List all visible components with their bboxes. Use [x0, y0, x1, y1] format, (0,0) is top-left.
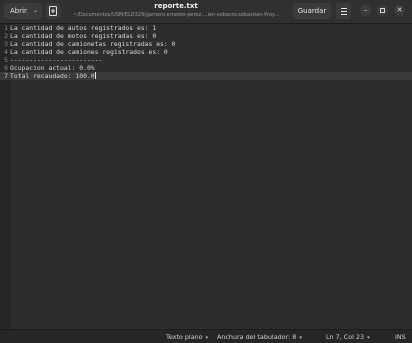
chevron-down-icon: ▾ — [299, 335, 302, 341]
line-text: ------------------------ — [10, 56, 103, 64]
close-icon[interactable]: ✕ — [394, 5, 405, 16]
editor-line[interactable]: 1 La cantidad de autos registrados es: 1 — [0, 24, 412, 32]
minimize-icon[interactable]: – — [360, 5, 371, 16]
line-text: La cantidad de motos registradas es: 0 — [10, 32, 157, 40]
line-text: La cantidad de camiones registrados es: … — [10, 48, 168, 56]
line-number: 5 — [4, 56, 8, 64]
menu-bar-line — [341, 14, 347, 15]
line-number: 4 — [4, 48, 8, 56]
language-label: Texto plano — [166, 333, 203, 341]
editor-line[interactable]: 4 La cantidad de camiones registrados es:… — [0, 48, 412, 56]
line-number: 1 — [4, 24, 8, 32]
line-text: La cantidad de autos registrados es: 1 — [10, 24, 157, 32]
open-button-label: Abrir — [10, 7, 27, 15]
editor-line[interactable]: 6 Ocupacion actual: 0.0% — [0, 64, 412, 72]
editor-line[interactable]: 5 ------------------------ — [0, 56, 412, 64]
text-editor-area[interactable]: 1 La cantidad de autos registrados es: 1 … — [0, 24, 412, 329]
window-title: reporte.txt ~/Documentos/USM/ELO329/game… — [64, 2, 288, 19]
header-bar: Abrir ⌄ reporte.txt ~/Documentos/USM/ELO… — [0, 0, 412, 24]
cursor-position-label: Ln 7, Col 23 — [326, 333, 365, 341]
hamburger-menu-icon[interactable] — [336, 3, 351, 19]
line-text: Ocupacion actual: 0.0% — [10, 64, 95, 72]
editor-line-current[interactable]: 7 Total recaudado: 100.0 — [0, 72, 412, 80]
open-button-separator — [27, 6, 28, 16]
insert-mode-indicator[interactable]: INS — [395, 330, 406, 343]
document-path: ~/Documentos/USM/ELO329/gamero.ernesto-p… — [72, 12, 280, 18]
chevron-down-icon[interactable]: ⌄ — [33, 3, 38, 19]
editor-line[interactable]: 2 La cantidad de motos registradas es: 0 — [0, 32, 412, 40]
maximize-icon[interactable] — [377, 5, 388, 16]
new-tab-icon — [49, 6, 57, 16]
editor-line[interactable]: 3 La cantidad de camionetas registradas e… — [0, 40, 412, 48]
line-number: 6 — [4, 64, 8, 72]
chevron-down-icon: ▾ — [367, 335, 370, 341]
chevron-down-icon: ▾ — [205, 335, 209, 341]
language-selector[interactable]: Texto plano ▾ — [166, 330, 208, 343]
line-text: La cantidad de camionetas registradas es… — [10, 40, 176, 48]
tab-width-label: Anchura del tabulador: 8 — [217, 333, 297, 341]
line-text: Total recaudado: 100.0 — [10, 72, 95, 80]
menu-bar-line — [341, 8, 347, 9]
save-button[interactable]: Guardar — [293, 3, 331, 19]
text-cursor — [94, 72, 96, 79]
open-button[interactable]: Abrir ⌄ — [4, 3, 42, 19]
line-number: 3 — [4, 40, 8, 48]
cursor-position-selector[interactable]: Ln 7, Col 23 ▾ — [326, 330, 370, 343]
menu-bar-line — [341, 11, 347, 12]
maximize-glyph — [380, 8, 385, 13]
line-number: 7 — [4, 72, 8, 80]
new-tab-button[interactable] — [46, 3, 60, 19]
text-editor-window: Abrir ⌄ reporte.txt ~/Documentos/USM/ELO… — [0, 0, 412, 343]
status-bar: Texto plano ▾ Anchura del tabulador: 8 ▾ L… — [0, 329, 412, 343]
document-title: reporte.txt — [154, 2, 198, 10]
line-number: 2 — [4, 32, 8, 40]
tab-width-selector[interactable]: Anchura del tabulador: 8 ▾ — [217, 330, 302, 343]
